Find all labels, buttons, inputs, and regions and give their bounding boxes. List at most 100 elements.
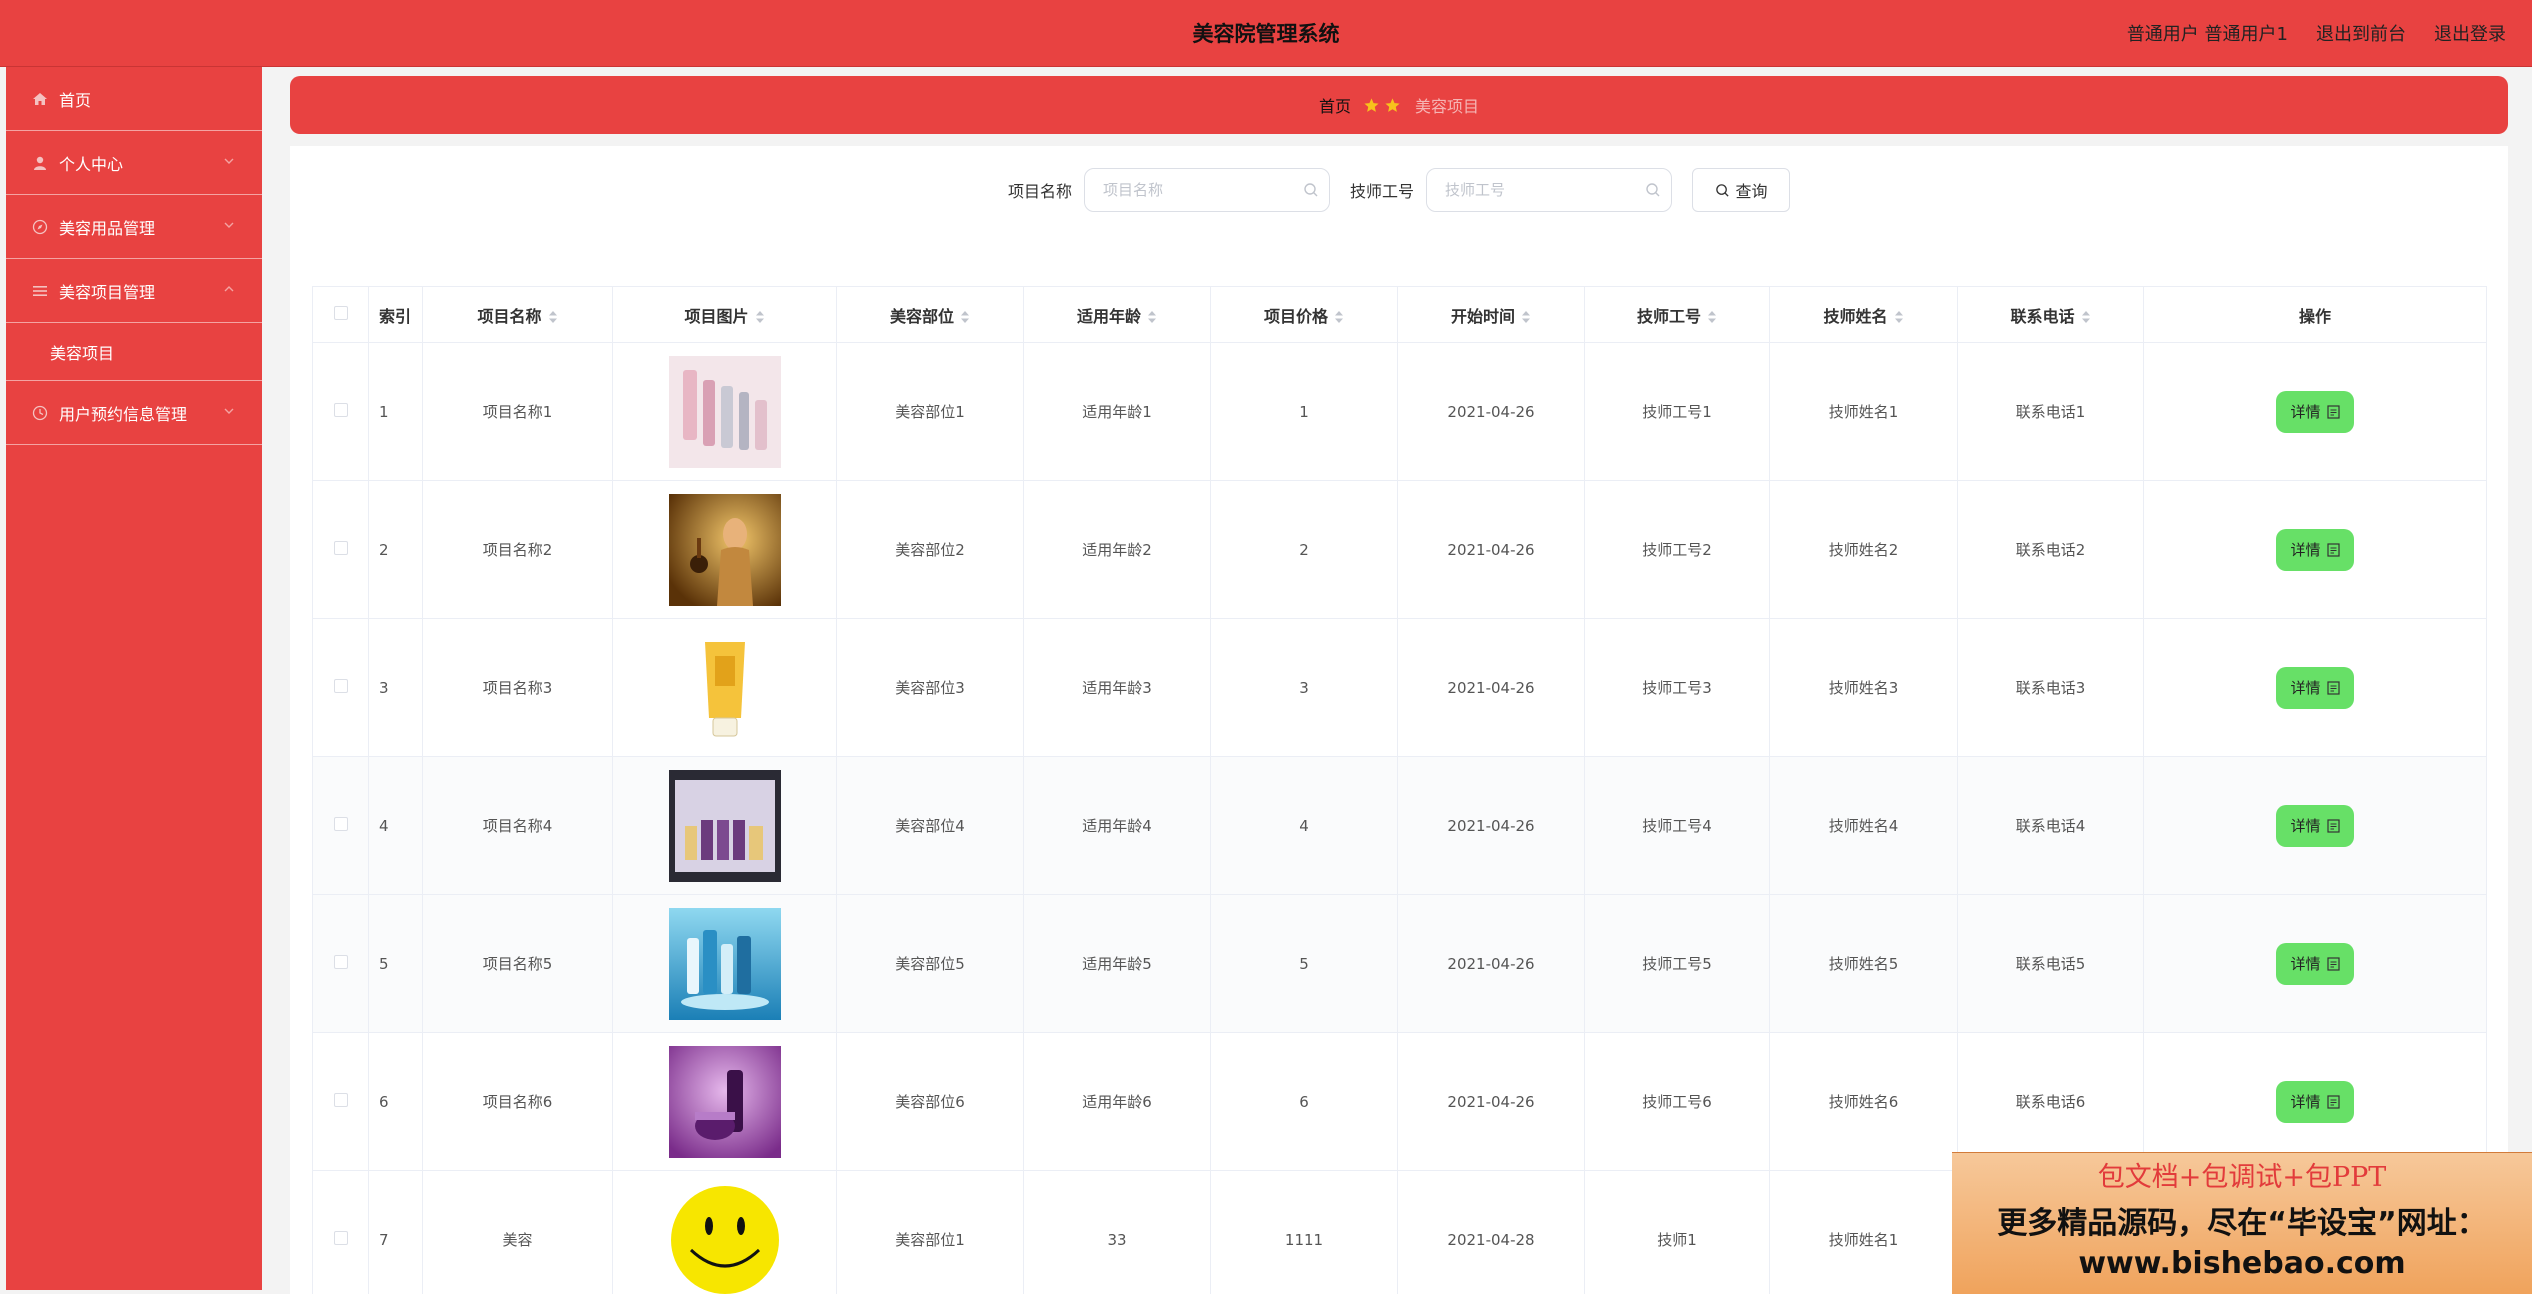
star-icon <box>1364 97 1379 112</box>
cell-price: 5 <box>1210 894 1398 1033</box>
name-search-field <box>1084 168 1330 212</box>
cell-age: 适用年龄4 <box>1023 756 1211 895</box>
breadcrumb: 首页 美容项目 <box>290 76 2508 134</box>
project-image[interactable] <box>668 1183 781 1294</box>
cell-tech-name: 技师姓名5 <box>1769 894 1958 1033</box>
query-button[interactable]: 查询 <box>1692 168 1791 212</box>
detail-button[interactable]: 详情 <box>2276 528 2354 571</box>
document-icon <box>2326 680 2340 695</box>
detail-button[interactable]: 详情 <box>2276 942 2354 985</box>
column-header-label: 开始时间 <box>1450 306 1515 326</box>
column-header-phone[interactable]: 联系电话 <box>1957 286 2144 343</box>
document-icon <box>2326 542 2340 557</box>
select-all-checkbox[interactable] <box>333 306 348 320</box>
detail-button-label: 详情 <box>2290 679 2321 697</box>
cell-start: 2021-04-26 <box>1397 894 1585 1033</box>
row-checkbox[interactable] <box>333 402 348 417</box>
back-to-front-link[interactable]: 退出到前台 <box>2316 20 2406 46</box>
cell-index: 5 <box>368 894 423 1033</box>
breadcrumb-home[interactable]: 首页 <box>1319 93 1351 117</box>
column-header-image[interactable]: 项目图片 <box>612 286 837 343</box>
column-header-index: 索引 <box>368 286 423 343</box>
cell-image <box>612 480 837 619</box>
project-image[interactable] <box>668 355 781 468</box>
project-image[interactable] <box>668 631 781 744</box>
row-checkbox[interactable] <box>333 678 348 693</box>
detail-button[interactable]: 详情 <box>2276 390 2354 433</box>
row-checkbox[interactable] <box>333 816 348 831</box>
row-select-cell <box>312 756 369 895</box>
detail-button[interactable]: 详情 <box>2276 666 2354 709</box>
column-header-tech-name[interactable]: 技师姓名 <box>1769 286 1958 343</box>
cell-image <box>612 1170 837 1294</box>
column-header-tech-no[interactable]: 技师工号 <box>1584 286 1770 343</box>
logout-link[interactable]: 退出登录 <box>2434 20 2506 46</box>
column-header-name[interactable]: 项目名称 <box>422 286 613 343</box>
cell-price: 1 <box>1210 342 1398 481</box>
column-header-label: 联系电话 <box>2010 306 2075 326</box>
project-image[interactable] <box>668 493 781 606</box>
row-select-cell <box>312 1170 369 1294</box>
name-search-input[interactable] <box>1085 169 1329 211</box>
sort-icon <box>1522 311 1530 323</box>
search-icon <box>1715 183 1729 197</box>
clock-icon <box>31 404 49 422</box>
row-checkbox[interactable] <box>333 1092 348 1107</box>
row-checkbox[interactable] <box>333 954 348 969</box>
sidebar-item-appointments[interactable]: 用户预约信息管理 <box>6 381 262 445</box>
column-header-price[interactable]: 项目价格 <box>1210 286 1398 343</box>
detail-button-label: 详情 <box>2290 955 2321 973</box>
sort-icon <box>755 311 764 323</box>
cell-age: 33 <box>1023 1170 1211 1294</box>
cell-tech-name: 技师姓名1 <box>1769 342 1958 481</box>
user-name: 普通用户1 <box>2204 24 2288 45</box>
select-all-cell <box>312 286 369 343</box>
column-header-label: 项目图片 <box>684 306 749 326</box>
cell-tech-no: 技师工号1 <box>1584 342 1770 481</box>
sidebar: 首页 个人中心 美容用品管理 美容项目管理 美容项目 用户预约信息管理 <box>6 67 262 1290</box>
home-icon <box>31 90 49 108</box>
column-header-label: 美容部位 <box>889 306 954 326</box>
detail-button[interactable]: 详情 <box>2276 804 2354 847</box>
cell-name: 美容 <box>422 1170 613 1294</box>
column-header-age[interactable]: 适用年龄 <box>1023 286 1211 343</box>
project-image[interactable] <box>668 769 781 882</box>
sort-icon <box>2081 311 2090 323</box>
project-image[interactable] <box>668 1045 781 1158</box>
row-checkbox[interactable] <box>333 1230 348 1245</box>
cell-actions: 详情 <box>2143 618 2487 757</box>
row-checkbox[interactable] <box>333 540 348 555</box>
sidebar-subitem-project[interactable]: 美容项目 <box>6 323 262 381</box>
table-row: 5 项目名称5 美容部位5 适用年龄5 5 2021-04-26 技师工号5 技… <box>312 894 2487 1033</box>
project-image[interactable] <box>668 907 781 1020</box>
promo-line-1: 包文档+包调试+包PPT <box>2097 1162 2387 1193</box>
sidebar-item-profile[interactable]: 个人中心 <box>6 131 262 195</box>
sidebar-item-home[interactable]: 首页 <box>6 67 262 131</box>
user-icon <box>31 154 49 172</box>
cell-name: 项目名称5 <box>422 894 613 1033</box>
tech-search-input[interactable] <box>1427 169 1672 211</box>
sidebar-item-supplies[interactable]: 美容用品管理 <box>6 195 262 259</box>
cell-start: 2021-04-26 <box>1397 756 1585 895</box>
cell-image <box>612 894 837 1033</box>
sidebar-item-label: 首页 <box>59 90 92 110</box>
column-header-start[interactable]: 开始时间 <box>1397 286 1585 343</box>
sort-icon <box>1894 311 1903 323</box>
cell-name: 项目名称4 <box>422 756 613 895</box>
column-header-part[interactable]: 美容部位 <box>836 286 1024 343</box>
detail-button[interactable]: 详情 <box>2276 1080 2354 1123</box>
cell-start: 2021-04-28 <box>1397 1170 1585 1294</box>
sidebar-item-label: 用户预约信息管理 <box>59 404 188 424</box>
cell-start: 2021-04-26 <box>1397 480 1585 619</box>
column-header-label: 技师姓名 <box>1823 306 1888 326</box>
main-content: 项目名称 技师工号 查询 索引 项目名称 项目图片 美容部位 适用年龄 <box>290 146 2508 1294</box>
sidebar-item-projects[interactable]: 美容项目管理 <box>6 259 262 323</box>
chevron-down-icon <box>224 222 234 228</box>
cell-start: 2021-04-26 <box>1397 342 1585 481</box>
column-header-label: 适用年龄 <box>1076 306 1141 326</box>
cell-phone: 联系电话2 <box>1957 480 2144 619</box>
cell-index: 4 <box>368 756 423 895</box>
row-select-cell <box>312 618 369 757</box>
column-header-actions: 操作 <box>2143 286 2487 343</box>
cell-name: 项目名称2 <box>422 480 613 619</box>
